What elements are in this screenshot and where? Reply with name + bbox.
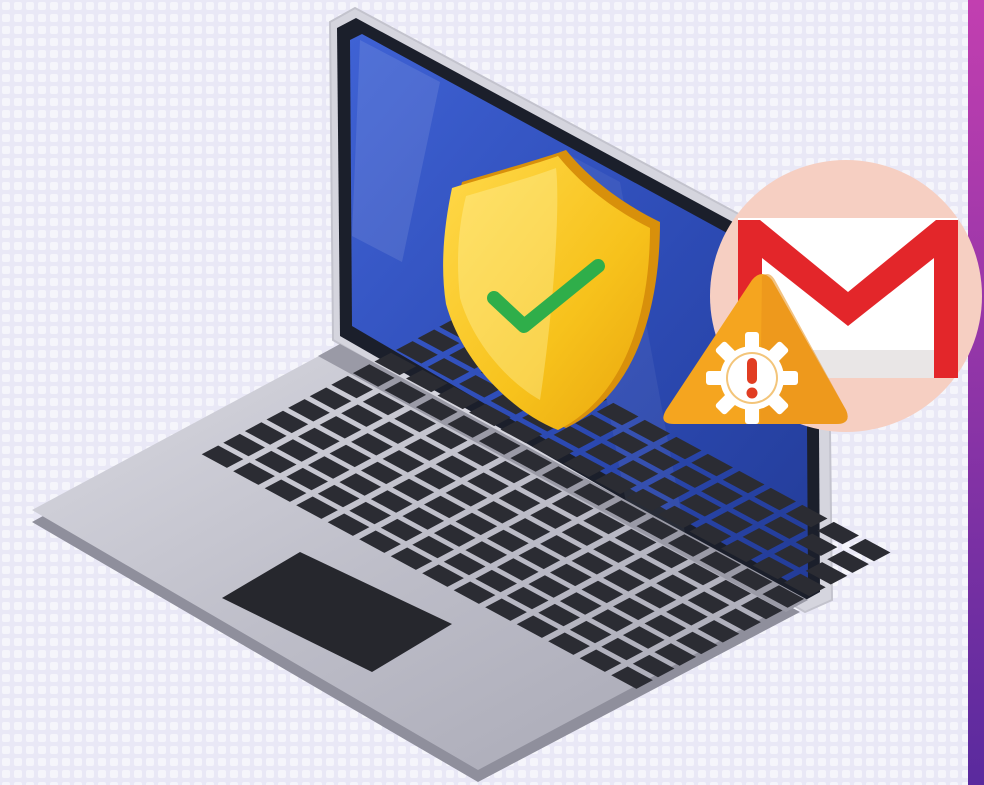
edge-strip <box>968 0 984 785</box>
exclamation-dot <box>746 387 758 399</box>
illustration-scene <box>0 0 984 785</box>
exclamation-bar <box>747 358 757 384</box>
